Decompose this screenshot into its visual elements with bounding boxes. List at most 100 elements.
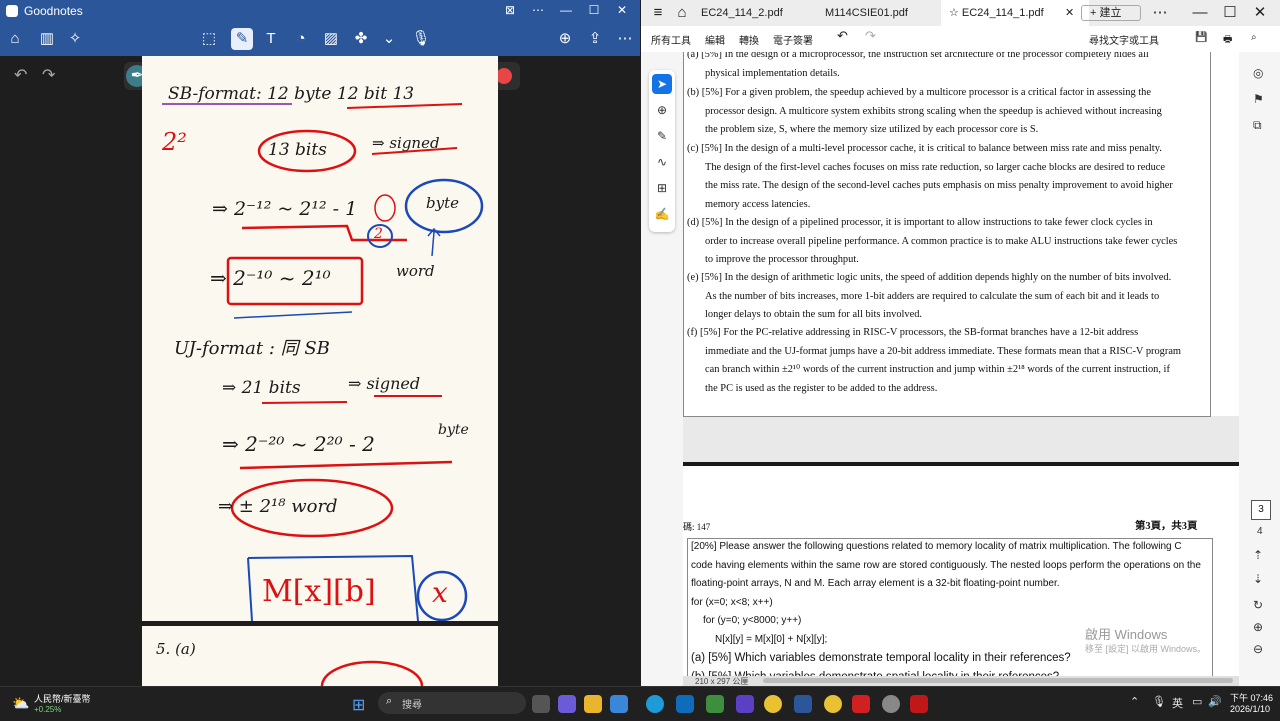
redo-icon[interactable]: ↷ xyxy=(865,28,876,44)
pdf-page-3: 碼: 147 第3頁，共3頁 [20%] Please answer the f… xyxy=(683,466,1239,676)
tab-m114csie01[interactable]: M114CSIE01.pdf xyxy=(817,0,935,26)
undo-icon[interactable]: ↶ xyxy=(837,28,848,44)
chrome-icon[interactable] xyxy=(764,695,782,713)
tray-chevron-icon[interactable]: ⌃ xyxy=(1130,695,1139,708)
minimize-button[interactable]: — xyxy=(552,3,580,17)
home-icon[interactable]: ⌂ xyxy=(4,28,26,50)
lasso-icon[interactable]: ⬚ xyxy=(198,28,220,50)
zoom-in-icon[interactable]: ⊕ xyxy=(1253,620,1263,634)
find-text-tool[interactable]: 尋找文字或工具 xyxy=(1089,32,1159,47)
word-note-1: word xyxy=(396,262,435,280)
sidebar-icon[interactable]: ▥ xyxy=(36,28,58,50)
store-icon[interactable] xyxy=(610,695,628,713)
terminal-icon[interactable] xyxy=(706,695,724,713)
shapes-icon[interactable]: ◔ xyxy=(290,28,312,50)
ai-sparkle-icon[interactable]: ✧ xyxy=(64,28,86,50)
notebook-page-next[interactable]: 5. (a) xyxy=(142,626,498,686)
copilot-icon[interactable] xyxy=(558,695,576,713)
add-page-icon[interactable]: ⊕ xyxy=(554,28,576,50)
app-menu-icon[interactable]: ≡ xyxy=(647,2,669,24)
notebook-page[interactable]: SB-format: 12 byte 12 bit 13 2² 13 bits … xyxy=(142,56,498,621)
menu-esign[interactable]: 電子簽署 xyxy=(773,32,813,47)
outlook-icon[interactable] xyxy=(676,695,694,713)
page-up-icon[interactable]: ⇡ xyxy=(1253,548,1263,562)
weather-widget-icon[interactable]: ⛅ xyxy=(12,695,29,712)
redo-icon[interactable]: ↷ xyxy=(42,65,55,85)
sign-icon[interactable]: ✍ xyxy=(652,204,672,224)
volume-icon[interactable]: 🔊 xyxy=(1208,695,1222,708)
clock-time[interactable]: 下午 07:46 xyxy=(1230,691,1273,704)
color-pink-swatch[interactable] xyxy=(496,68,512,84)
print-icon[interactable]: 🖶 xyxy=(1223,32,1232,49)
close-button[interactable]: ✕ xyxy=(608,3,636,17)
menu-convert[interactable]: 轉換 xyxy=(739,32,759,47)
pen-tool-icon[interactable]: ✎ xyxy=(231,28,253,50)
more-tools-chevron-icon[interactable]: ⌄ xyxy=(378,28,400,50)
zoom-out-icon[interactable]: ⊖ xyxy=(1253,642,1263,656)
comment-icon[interactable]: ◎ xyxy=(1253,66,1263,80)
maximize-button[interactable]: ☐ xyxy=(580,3,608,17)
search-icon: ⌕ xyxy=(386,695,393,707)
image-icon[interactable]: ▨ xyxy=(320,28,342,50)
select-cursor-icon[interactable]: ➤ xyxy=(652,74,672,94)
more-icon[interactable]: ⋯ xyxy=(524,3,552,17)
current-page-number[interactable]: 3 xyxy=(1251,500,1271,520)
network-icon[interactable]: ▭ xyxy=(1192,695,1202,708)
matrix-index-note: M[x][b] xyxy=(262,574,376,609)
activate-windows-sub: 移至 [設定] 以啟用 Windows。 xyxy=(1085,644,1207,654)
menu-edit[interactable]: 編輯 xyxy=(705,32,725,47)
tab-ec24-114-2[interactable]: EC24_114_2.pdf xyxy=(693,0,811,26)
menu-more-icon[interactable]: ⋯ xyxy=(614,28,636,50)
zoom-comment-icon[interactable]: ⊕ xyxy=(652,100,672,120)
goodnotes-logo-icon xyxy=(6,5,18,17)
maximize-button[interactable]: ☐ xyxy=(1219,2,1241,24)
star-icon: ☆ xyxy=(949,7,962,19)
menu-bar: 所有工具 編輯 轉換 電子簽署 ↶ ↷ 尋找文字或工具 💾 🖶 ⌕ xyxy=(641,26,1280,53)
mute-icon[interactable]: ⊠ xyxy=(496,3,524,17)
ink-strokes-2 xyxy=(320,660,424,686)
menu-all-tools[interactable]: 所有工具 xyxy=(651,32,691,47)
question-intro: [20%] Please answer the following questi… xyxy=(691,541,1201,676)
settings-task-icon[interactable] xyxy=(882,695,900,713)
horizontal-scrollbar[interactable] xyxy=(763,678,1233,683)
chrome-profile-icon[interactable] xyxy=(824,695,842,713)
text-tool-icon[interactable]: T xyxy=(260,28,282,50)
minimize-button[interactable]: — xyxy=(1189,2,1211,24)
home-icon[interactable]: ⌂ xyxy=(671,2,693,24)
stickers-icon[interactable]: ✤ xyxy=(350,28,372,50)
quick-tools-rail: ➤ ⊕ ✎ ∿ ⊞ ✍ xyxy=(649,70,675,232)
freehand-icon[interactable]: ∿ xyxy=(652,152,672,172)
taskbar-search[interactable]: ⌕ 搜尋 xyxy=(378,692,526,714)
pages-icon[interactable]: ⧉ xyxy=(1253,118,1262,133)
acrobat-task-icon[interactable] xyxy=(852,695,870,713)
tab-close-icon[interactable]: ✕ xyxy=(1065,0,1074,26)
new-tab-button[interactable]: + 建立 xyxy=(1081,5,1141,21)
pdf-viewport[interactable]: (a) [5%] In the design of a microprocess… xyxy=(683,52,1239,676)
share-icon[interactable]: ⇪ xyxy=(584,28,606,50)
clock-date[interactable]: 2026/1/10 xyxy=(1230,704,1270,714)
file-explorer-icon[interactable] xyxy=(584,695,602,713)
rotate-icon[interactable]: ↻ xyxy=(1253,598,1263,612)
close-button[interactable]: ✕ xyxy=(1249,2,1271,24)
goodnotes-task-icon[interactable] xyxy=(794,695,812,713)
undo-icon[interactable]: ↶ xyxy=(14,65,27,85)
mcafee-icon[interactable] xyxy=(910,695,928,713)
start-icon[interactable]: ⊞ xyxy=(352,695,365,715)
tab-ec24-114-1[interactable]: ☆ EC24_114_1.pdf ✕ xyxy=(941,0,1089,26)
task-view-icon[interactable] xyxy=(532,695,550,713)
page-down-icon[interactable]: ⇣ xyxy=(1253,572,1263,586)
widget-title[interactable]: 人民幣/新臺幣 xyxy=(34,692,91,705)
save-icon[interactable]: 💾 xyxy=(1195,32,1207,43)
edge-icon[interactable] xyxy=(646,695,664,713)
bookmark-icon[interactable]: ⚑ xyxy=(1253,92,1264,106)
teams-icon[interactable] xyxy=(736,695,754,713)
search-icon[interactable]: ⌕ xyxy=(1251,32,1257,43)
microphone-tray-icon[interactable]: 🎙 xyxy=(1152,695,1166,708)
sb-format-heading: SB-format: 12 byte 12 bit 13 xyxy=(168,84,415,104)
text-recognition-icon[interactable]: ⊞ xyxy=(652,178,672,198)
more-icon[interactable]: ⋯ xyxy=(1149,2,1171,24)
activate-windows-title: 啟用 Windows xyxy=(1085,627,1168,642)
draw-pen-icon[interactable]: ✎ xyxy=(652,126,672,146)
microphone-icon[interactable]: 🎙 xyxy=(410,28,432,50)
input-language[interactable]: 英 xyxy=(1172,695,1183,711)
